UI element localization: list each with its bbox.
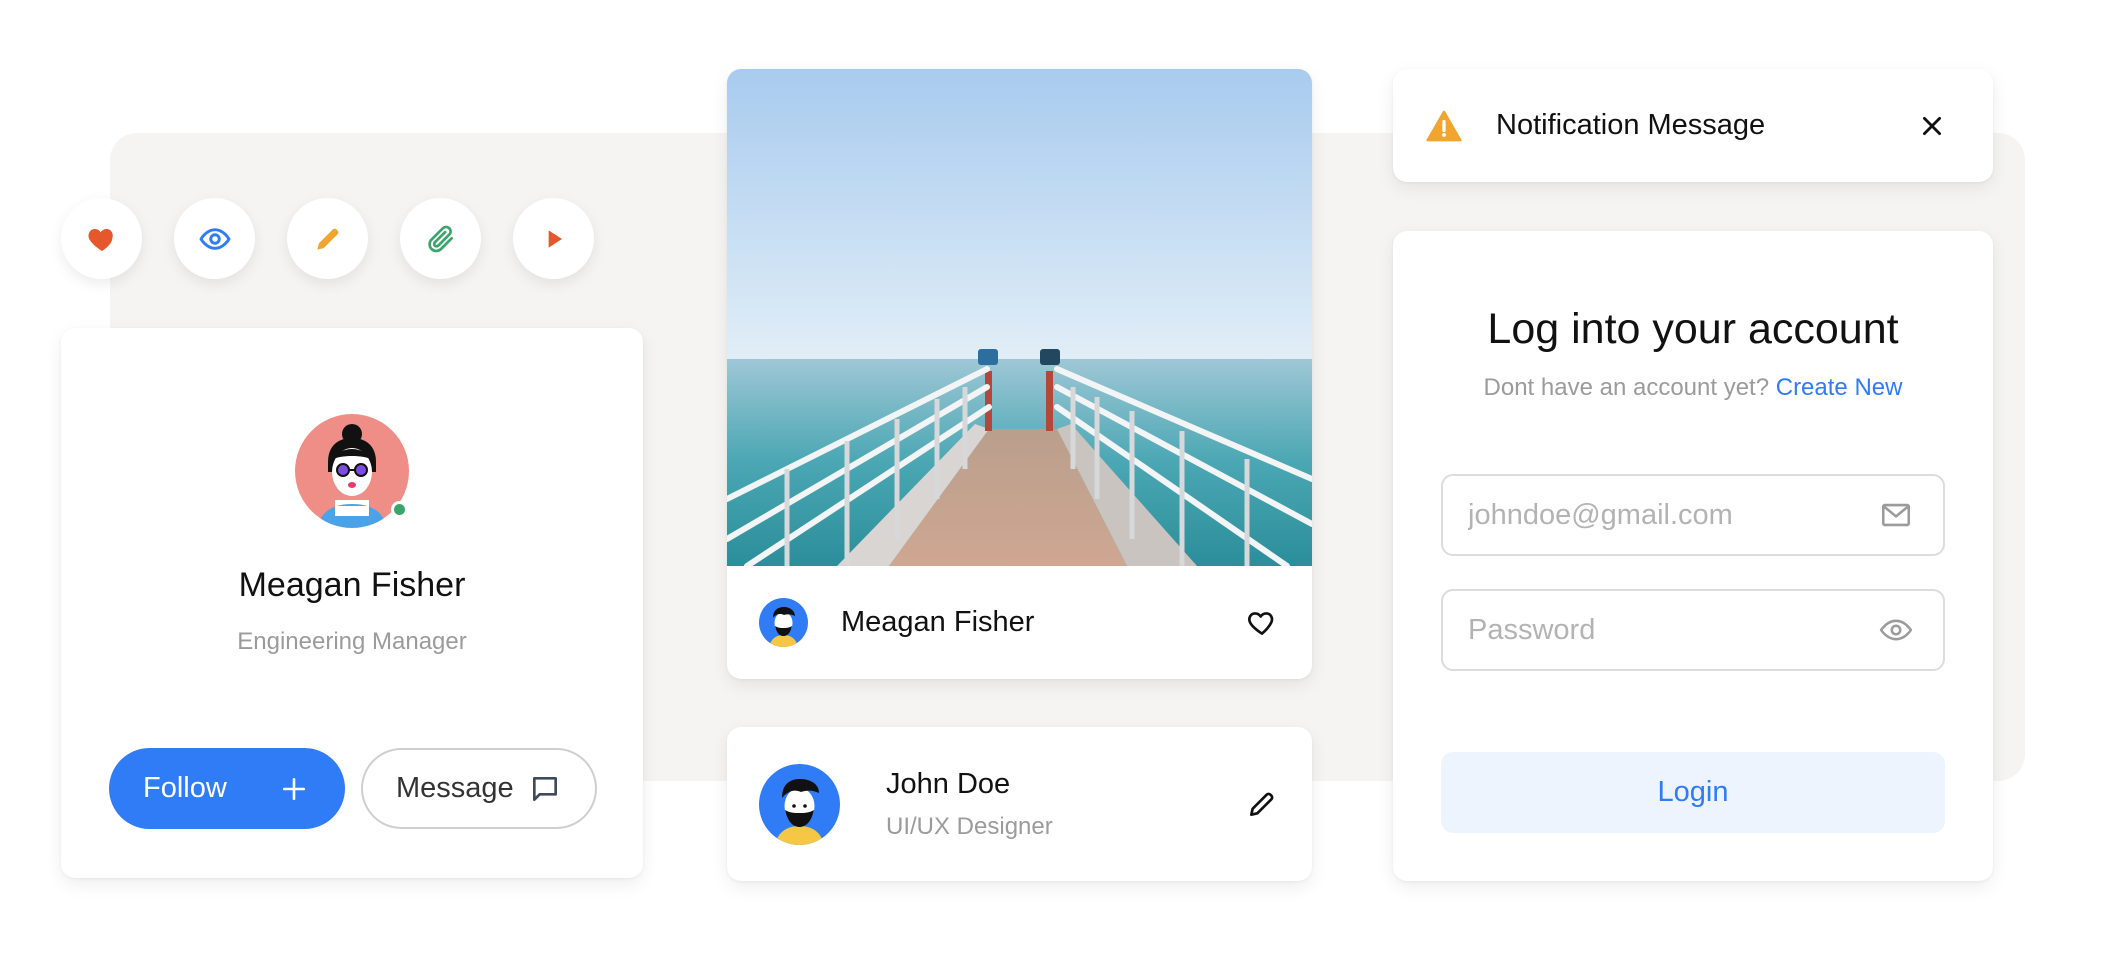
signup-prompt-text: Dont have an account yet? <box>1483 374 1770 401</box>
play-icon <box>548 229 562 248</box>
signup-prompt: Dont have an account yet? Create New <box>1393 374 1993 402</box>
user-name: John Doe <box>886 767 1011 800</box>
heart-outline-icon[interactable] <box>1246 607 1278 639</box>
eye-icon <box>199 227 230 250</box>
online-status-dot <box>391 501 408 518</box>
login-card: Log into your account Dont have an accou… <box>1393 231 1993 881</box>
photo-author-name: Meagan Fisher <box>841 606 1035 638</box>
avatar[interactable] <box>759 763 840 845</box>
edit-button[interactable] <box>287 198 368 279</box>
user-role: UI/UX Designer <box>886 812 1053 840</box>
plus-icon <box>282 777 306 800</box>
warning-icon <box>1426 110 1462 141</box>
view-button[interactable] <box>174 198 255 279</box>
login-title: Log into your account <box>1487 305 1899 353</box>
login-button[interactable]: Login <box>1441 752 1945 833</box>
mail-icon <box>1881 503 1911 527</box>
password-input[interactable] <box>1468 613 1879 647</box>
pier-photo[interactable] <box>727 69 1312 566</box>
eye-icon[interactable] <box>1879 613 1913 647</box>
photo-card: Meagan Fisher <box>727 69 1312 679</box>
create-account-link[interactable]: Create New <box>1776 374 1903 401</box>
follow-button[interactable]: Follow <box>109 748 345 829</box>
chat-bubble-icon <box>533 776 557 801</box>
notification-toast: Notification Message <box>1393 69 1993 182</box>
profile-name: Meagan Fisher <box>238 566 466 604</box>
profile-card: Meagan Fisher Engineering Manager Follow… <box>61 328 643 878</box>
photo-card-footer: Meagan Fisher <box>727 566 1312 679</box>
email-input[interactable] <box>1468 498 1879 532</box>
password-field[interactable] <box>1441 589 1945 671</box>
paperclip-icon <box>427 225 453 252</box>
attach-button[interactable] <box>400 198 481 279</box>
user-info: John Doe UI/UX Designer <box>886 768 1246 841</box>
pencil-icon <box>316 228 338 250</box>
notification-text: Notification Message <box>1496 109 1766 141</box>
author-avatar[interactable] <box>759 598 808 647</box>
play-button[interactable] <box>513 198 594 279</box>
profile-role: Engineering Manager <box>237 628 467 655</box>
follow-label: Follow <box>143 772 227 804</box>
pencil-outline-icon[interactable] <box>1246 788 1278 820</box>
man-avatar-illustration <box>775 778 824 845</box>
message-button[interactable]: Message <box>361 748 597 829</box>
profile-avatar-wrapper <box>295 414 409 528</box>
man-avatar-illustration <box>769 607 798 647</box>
close-icon[interactable] <box>1919 113 1945 139</box>
user-card: John Doe UI/UX Designer <box>727 727 1312 881</box>
message-label: Message <box>396 772 514 804</box>
heart-icon <box>88 228 113 251</box>
email-field[interactable] <box>1441 474 1945 556</box>
heart-button[interactable] <box>61 198 142 279</box>
